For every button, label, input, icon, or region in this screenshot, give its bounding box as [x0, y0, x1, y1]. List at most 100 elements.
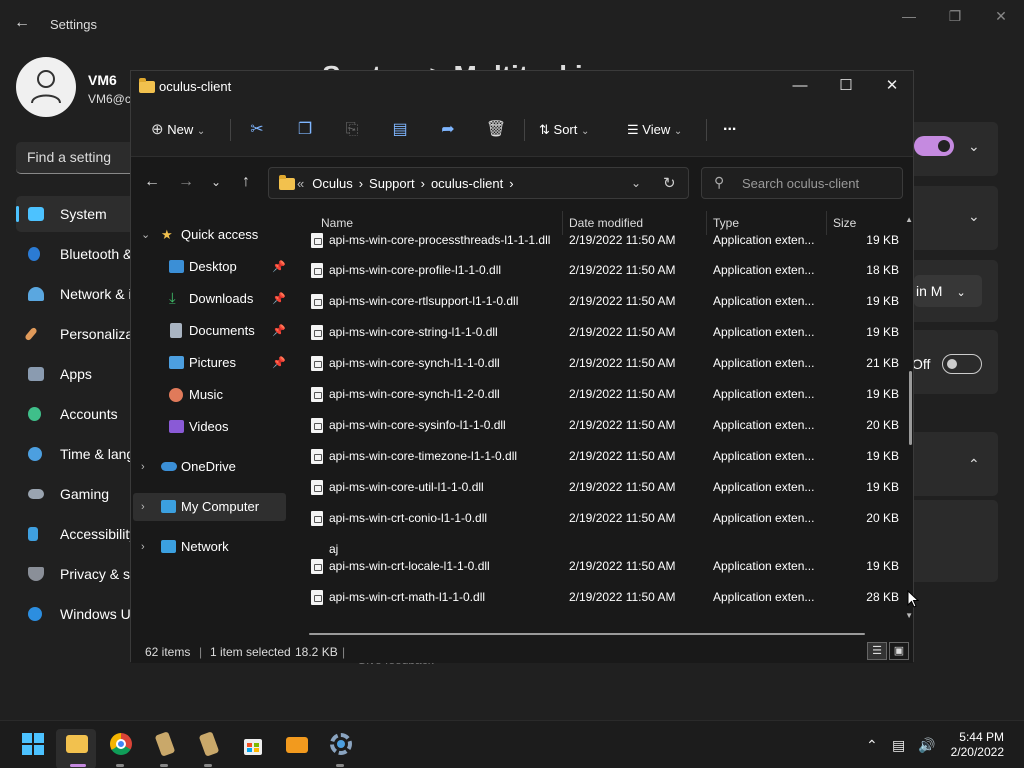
- table-row[interactable]: api-ms-win-core-sysinfo-l1-1-0.dll 2/19/2…: [299, 410, 903, 441]
- nav-item-downloads[interactable]: ⤓ Downloads 📌: [131, 285, 288, 313]
- start-button[interactable]: [12, 729, 52, 768]
- chevron-down-icon: ⌄: [673, 126, 683, 137]
- search-input[interactable]: ⚲ Search oculus-client: [701, 167, 903, 199]
- maximize-button[interactable]: ☐: [823, 71, 869, 103]
- clock[interactable]: 5:44 PM 2/20/2022: [951, 730, 1004, 760]
- file-name: api-ms-win-core-rtlsupport-l1-1-0.dll: [329, 294, 519, 308]
- nav-item-gaming[interactable]: Gaming: [16, 476, 136, 512]
- nav-item-pictures[interactable]: Pictures 📌: [131, 349, 288, 377]
- pin-icon[interactable]: 📌: [272, 317, 286, 345]
- table-row[interactable]: api-ms-win-crt-conio-l1-1-0.dll 2/19/2022…: [299, 503, 903, 534]
- rename-icon[interactable]: ▤: [386, 117, 414, 143]
- volume-icon[interactable]: 🔊: [918, 737, 935, 754]
- sort-button[interactable]: ⇅ Sort ⌄: [539, 117, 589, 143]
- nav-item-my-computer[interactable]: › My Computer: [133, 493, 286, 521]
- chevron-up-icon[interactable]: ⌃: [968, 456, 980, 473]
- breadcrumb-overflow[interactable]: «: [297, 176, 304, 191]
- chevron-down-icon[interactable]: ⌄: [631, 176, 641, 190]
- taskbar-file-explorer[interactable]: [56, 729, 96, 768]
- folder-icon: [279, 175, 295, 190]
- network-icon[interactable]: ▤: [892, 737, 905, 754]
- avatar[interactable]: [16, 57, 76, 117]
- table-row[interactable]: api-ms-win-crt-locale-l1-1-0.dll 2/19/202…: [299, 551, 903, 582]
- close-icon[interactable]: ✕: [990, 8, 1012, 26]
- nav-item-system[interactable]: System: [16, 196, 136, 232]
- minimize-icon[interactable]: —: [898, 8, 920, 26]
- large-icons-view-icon[interactable]: ▣: [889, 642, 909, 660]
- store-icon: [242, 733, 264, 755]
- taskbar-store[interactable]: [232, 729, 272, 768]
- nav-item-onedrive[interactable]: › OneDrive: [131, 453, 288, 481]
- table-row[interactable]: api-ms-win-core-rtlsupport-l1-1-0.dll 2/1…: [299, 286, 903, 317]
- taskbar-folder-app[interactable]: [276, 729, 316, 768]
- table-row[interactable]: api-ms-win-core-timezone-l1-1-0.dll 2/19/…: [299, 441, 903, 472]
- nav-item-music[interactable]: Music: [131, 381, 288, 409]
- nav-item-desktop[interactable]: Desktop 📌: [131, 253, 288, 281]
- nav-item-windows-update[interactable]: Windows Update: [16, 596, 136, 632]
- taskbar-settings[interactable]: [320, 729, 360, 768]
- pin-icon[interactable]: 📌: [272, 285, 286, 313]
- nav-item-privacy[interactable]: Privacy & security: [16, 556, 136, 592]
- forward-arrow-icon[interactable]: →: [173, 169, 199, 195]
- dll-file-icon: [311, 294, 323, 309]
- nav-item-bluetooth[interactable]: Bluetooth & devices: [16, 236, 136, 272]
- restore-icon[interactable]: ❐: [944, 8, 966, 26]
- cut-icon[interactable]: ✂: [243, 117, 271, 143]
- dropdown-select[interactable]: in M ⌄: [914, 275, 982, 307]
- scroll-up-arrow-icon[interactable]: ▲: [905, 215, 913, 224]
- nav-item-network[interactable]: Network & internet: [16, 276, 136, 312]
- new-button[interactable]: ⊕ New ⌄: [151, 117, 205, 143]
- horizontal-scrollbar-thumb[interactable]: [309, 633, 865, 635]
- nav-item-apps[interactable]: Apps: [16, 356, 136, 392]
- details-view-icon[interactable]: ☰: [867, 642, 887, 660]
- quick-access-item[interactable]: ⌄ ★ Quick access: [131, 221, 288, 249]
- nav-item-accessibility[interactable]: Accessibility: [16, 516, 136, 552]
- pin-icon[interactable]: 📌: [272, 349, 286, 377]
- file-type: Application exten...: [713, 559, 815, 573]
- recent-locations-chevron-icon[interactable]: ⌄: [203, 169, 229, 195]
- back-arrow-icon[interactable]: ←: [139, 169, 165, 195]
- toggle-switch-on[interactable]: [914, 136, 954, 156]
- more-options-button[interactable]: ...: [723, 113, 736, 139]
- pin-icon[interactable]: 📌: [272, 253, 286, 281]
- paste-icon[interactable]: ⎘: [338, 117, 366, 143]
- wifi-icon: [28, 287, 44, 301]
- table-row[interactable]: api-ms-win-core-processthreads-l1-1-1.dl…: [299, 225, 903, 256]
- delete-icon[interactable]: 🗑: [482, 117, 510, 143]
- table-row[interactable]: api-ms-win-core-util-l1-1-0.dll 2/19/2022…: [299, 472, 903, 503]
- nav-item-accounts[interactable]: Accounts: [16, 396, 136, 432]
- close-button[interactable]: ✕: [869, 71, 915, 103]
- vertical-scrollbar-thumb[interactable]: [909, 371, 912, 445]
- taskbar-app[interactable]: [144, 729, 184, 768]
- toggle-switch-off[interactable]: [942, 354, 982, 374]
- settings-search-input[interactable]: Find a setting: [16, 142, 136, 174]
- nav-item-network[interactable]: › Network: [131, 533, 288, 561]
- nav-item-time[interactable]: Time & language: [16, 436, 136, 472]
- address-bar[interactable]: « Oculus › Support › oculus-client › ⌄ ↻: [268, 167, 689, 199]
- nav-item-documents[interactable]: Documents 📌: [131, 317, 288, 345]
- chevron-down-icon[interactable]: ⌄: [968, 138, 980, 155]
- table-row[interactable]: api-ms-win-crt-math-l1-1-0.dll 2/19/2022 …: [299, 582, 903, 613]
- breadcrumb-item[interactable]: Support: [369, 176, 415, 191]
- table-row[interactable]: api-ms-win-core-synch-l1-2-0.dll 2/19/202…: [299, 379, 903, 410]
- nav-item-videos[interactable]: Videos: [131, 413, 288, 441]
- table-row[interactable]: api-ms-win-core-synch-l1-1-0.dll 2/19/202…: [299, 348, 903, 379]
- taskbar-chrome[interactable]: [100, 729, 140, 768]
- table-row[interactable]: api-ms-win-core-string-l1-1-0.dll 2/19/20…: [299, 317, 903, 348]
- refresh-icon[interactable]: ↻: [663, 174, 676, 192]
- share-icon[interactable]: ➦: [434, 117, 462, 143]
- table-row[interactable]: api-ms-win-core-profile-l1-1-0.dll 2/19/2…: [299, 255, 903, 286]
- scroll-down-arrow-icon[interactable]: ▼: [905, 611, 913, 620]
- chevron-up-icon[interactable]: ⌃: [866, 737, 878, 754]
- minimize-button[interactable]: —: [777, 71, 823, 103]
- nav-item-personalization[interactable]: Personalization: [16, 316, 136, 352]
- copy-icon[interactable]: ❐: [291, 117, 319, 143]
- taskbar-app[interactable]: [188, 729, 228, 768]
- up-arrow-icon[interactable]: ↑: [233, 169, 259, 195]
- settings-icon: [330, 733, 352, 755]
- breadcrumb-item[interactable]: Oculus: [312, 176, 352, 191]
- chevron-down-icon[interactable]: ⌄: [968, 208, 980, 225]
- back-arrow-icon[interactable]: ←: [14, 14, 34, 34]
- breadcrumb-item[interactable]: oculus-client: [431, 176, 503, 191]
- view-button[interactable]: ☰ View ⌄: [627, 117, 682, 143]
